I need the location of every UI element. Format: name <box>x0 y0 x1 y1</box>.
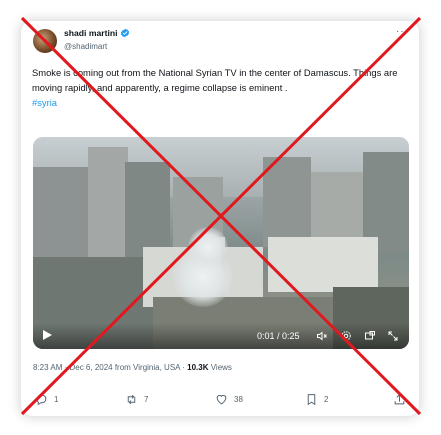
author-name[interactable]: shadi martini <box>64 28 117 38</box>
play-icon[interactable] <box>43 330 52 340</box>
reply-button[interactable]: 1 <box>35 393 58 406</box>
tweet-card: shadi martini @shadimart ··· Smoke is co… <box>20 20 420 417</box>
tweet-time[interactable]: 8:23 AM <box>33 363 62 372</box>
bookmark-icon <box>307 394 316 406</box>
video-player[interactable]: 0:01 / 0:25 <box>33 137 409 349</box>
picture-in-picture-icon[interactable] <box>364 330 376 342</box>
tweet-body: Smoke is coming out from the National Sy… <box>32 67 398 93</box>
tweet-date-location: Dec 6, 2024 from Virginia, USA <box>69 363 181 372</box>
ellipsis-icon[interactable]: ··· <box>396 26 409 37</box>
video-building <box>311 172 371 242</box>
hashtag-link[interactable]: #syria <box>32 95 412 110</box>
heart-icon <box>216 394 227 405</box>
avatar[interactable] <box>33 29 57 53</box>
video-building <box>125 162 170 257</box>
like-button[interactable]: 38 <box>215 393 243 406</box>
bookmark-count: 2 <box>324 395 329 404</box>
video-building <box>88 147 128 267</box>
tweet-meta: 8:23 AM · Dec 6, 2024 from Virginia, USA… <box>33 363 232 372</box>
repost-button[interactable]: 7 <box>125 393 148 406</box>
action-bar: 1 7 38 2 <box>21 393 419 413</box>
video-time: 0:01 / 0:25 <box>257 331 300 341</box>
fullscreen-icon[interactable] <box>387 330 399 342</box>
video-controls: 0:01 / 0:25 <box>33 323 409 349</box>
reply-count: 1 <box>54 395 59 404</box>
like-count: 38 <box>234 395 243 404</box>
bookmark-button[interactable]: 2 <box>305 393 328 406</box>
video-building <box>263 157 311 247</box>
views-label: Views <box>208 363 232 372</box>
settings-icon[interactable] <box>340 330 352 342</box>
mute-icon[interactable] <box>316 330 328 342</box>
author-handle[interactable]: @shadimart <box>64 42 107 51</box>
share-button[interactable] <box>393 393 406 406</box>
share-icon <box>394 393 405 405</box>
views-count: 10.3K <box>187 363 209 372</box>
reply-icon <box>36 394 47 406</box>
repost-count: 7 <box>144 395 149 404</box>
video-smoke <box>188 227 228 267</box>
video-building <box>268 237 378 292</box>
repost-icon <box>127 394 136 405</box>
author-row: shadi martini <box>64 28 130 38</box>
verified-badge-icon <box>121 28 130 38</box>
tweet-text: Smoke is coming out from the National Sy… <box>32 65 412 110</box>
